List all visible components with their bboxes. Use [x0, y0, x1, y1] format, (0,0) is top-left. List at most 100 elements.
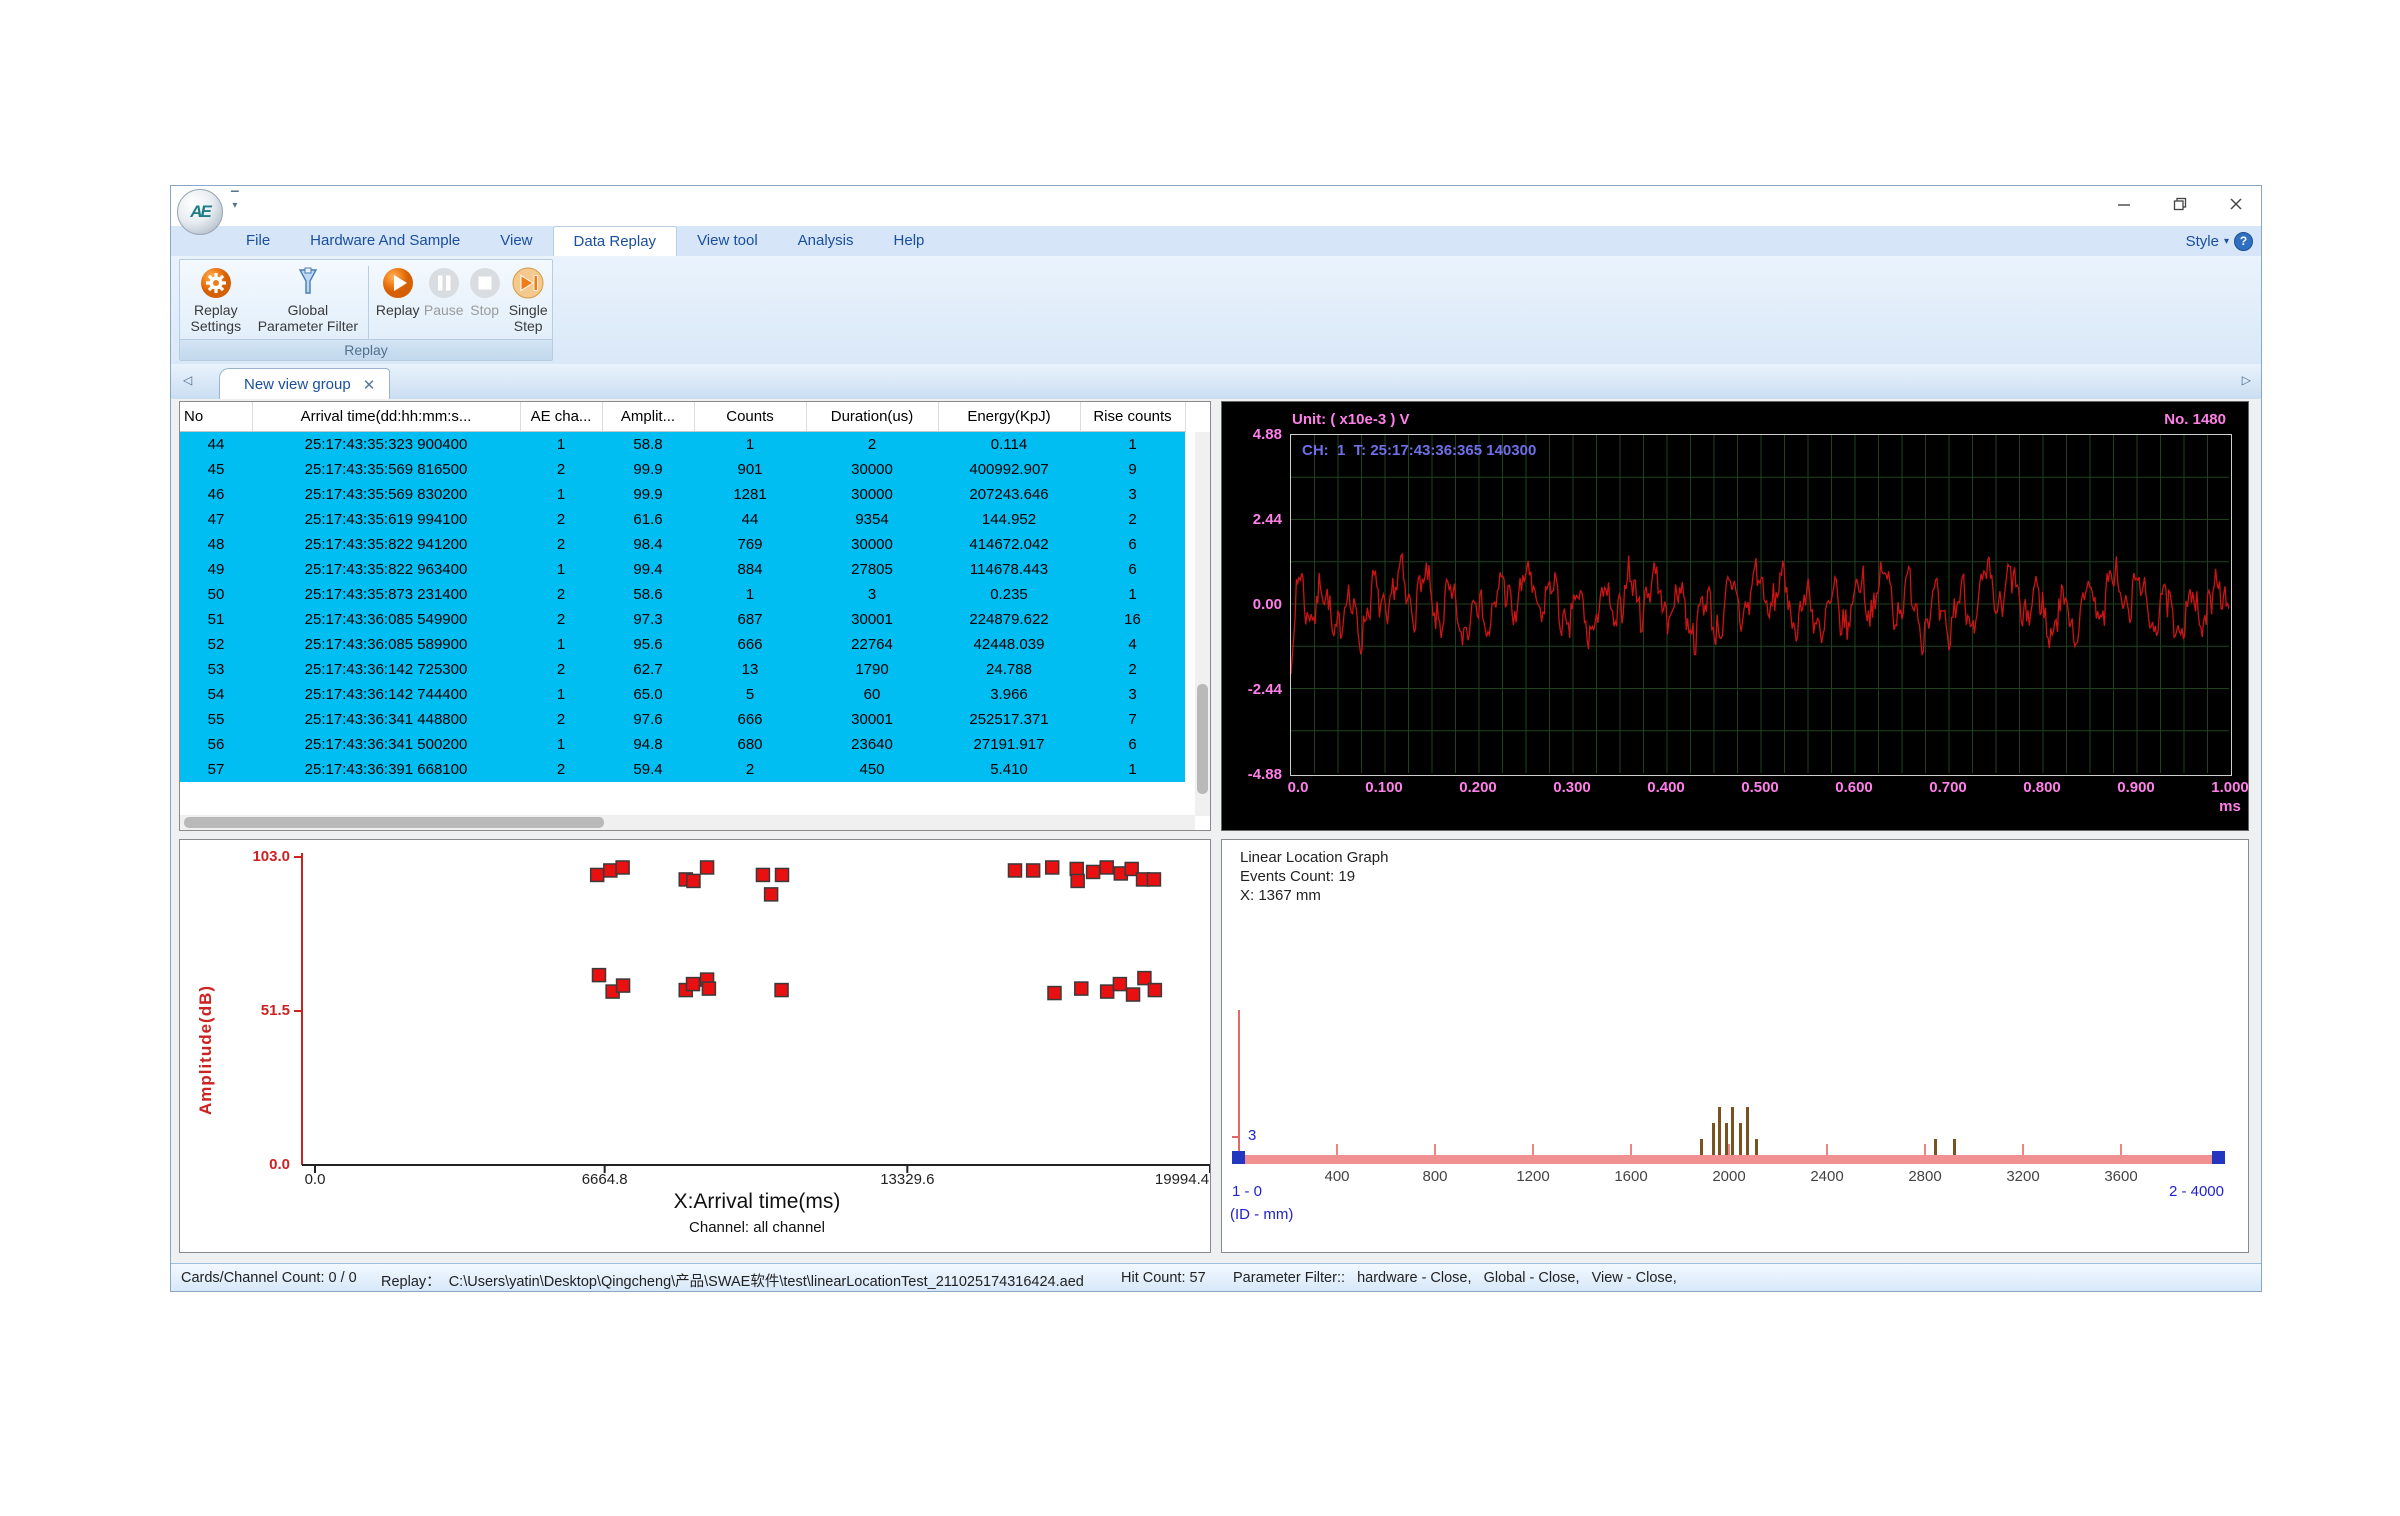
table-row[interactable]: 5725:17:43:36:391 668100259.424505.4101 [180, 757, 1185, 782]
table-row[interactable]: 4725:17:43:35:619 994100261.6449354144.9… [180, 507, 1185, 532]
ribbon-button-label: Replay [376, 302, 420, 318]
scatter-point [1147, 873, 1160, 886]
table-cell: 3 [806, 582, 938, 607]
table-cell: 400992.907 [938, 457, 1080, 482]
table-cell: 55 [180, 707, 252, 732]
location-axis-tick [2022, 1144, 2024, 1155]
location-sensor-2-marker[interactable] [2212, 1151, 2225, 1164]
app-logo-icon[interactable]: AE [177, 189, 223, 235]
table-cell: 2 [806, 432, 938, 458]
column-header[interactable]: Rise counts [1080, 402, 1185, 432]
status-cards-count: Cards/Channel Count: 0 / 0 [181, 1270, 357, 1286]
table-cell: 2 [694, 757, 806, 782]
column-header[interactable]: Counts [694, 402, 806, 432]
table-cell: 54 [180, 682, 252, 707]
table-cell: 6 [1080, 557, 1185, 582]
scatter-y-tick-label: 103.0 [228, 848, 290, 865]
single-step-button[interactable]: SingleStep [504, 264, 552, 334]
table-cell: 666 [694, 707, 806, 732]
waveform-panel[interactable]: Unit: ( x10e-3 ) V No. 1480 CH: 1 T: 25:… [1221, 401, 2249, 831]
minimize-button[interactable] [2109, 192, 2139, 216]
location-tick-label: 400 [1324, 1168, 1349, 1185]
table-horizontal-scrollbar-thumb[interactable] [184, 817, 604, 828]
table-row[interactable]: 5025:17:43:35:873 231400258.6130.2351 [180, 582, 1185, 607]
table-vertical-scrollbar[interactable] [1195, 432, 1210, 816]
column-header[interactable]: No [180, 402, 252, 432]
column-header[interactable]: Energy(KpJ) [938, 402, 1080, 432]
waveform-plot-frame [1290, 434, 2232, 776]
tab-new-view-group[interactable]: New view group ✕ [219, 368, 390, 400]
replay-settings-button[interactable]: ReplaySettings [180, 264, 252, 334]
ribbon-tab-view[interactable]: View [480, 226, 552, 256]
amplitude-scatter-panel[interactable]: Amplitude(dB) 103.051.50.0 0.06664.81332… [179, 839, 1211, 1253]
location-sensor-1-marker[interactable] [1232, 1151, 1245, 1164]
column-header[interactable]: AE cha... [520, 402, 602, 432]
waveform-x-tick-label: 0.100 [1365, 779, 1403, 796]
statusbar: Cards/Channel Count: 0 / 0 Replay： C:\Us… [171, 1263, 2261, 1292]
table-cell: 27805 [806, 557, 938, 582]
global-parameter-filter-button[interactable]: GlobalParameter Filter [252, 264, 365, 334]
ribbon-separator [368, 266, 369, 346]
table-row[interactable]: 5225:17:43:36:085 589900195.666622764424… [180, 632, 1185, 657]
tab-scroll-right-icon[interactable]: ▷ [2242, 373, 2251, 387]
table-cell: 30001 [806, 607, 938, 632]
replay-button[interactable]: Replay [373, 264, 422, 318]
help-icon[interactable]: ? [2234, 232, 2253, 251]
waveform-x-tick-label: 0.700 [1929, 779, 1967, 796]
ribbon-tab-file[interactable]: File [226, 226, 290, 256]
table-cell: 144.952 [938, 507, 1080, 532]
table-cell: 25:17:43:36:341 448800 [252, 707, 520, 732]
table-row[interactable]: 4425:17:43:35:323 900400158.8120.1141 [180, 432, 1185, 458]
table-row[interactable]: 5625:17:43:36:341 500200194.868023640271… [180, 732, 1185, 757]
restore-button[interactable] [2165, 192, 2195, 216]
location-id-mm-label: (ID - mm) [1230, 1206, 1293, 1223]
waveform-x-tick-label: 0.200 [1459, 779, 1497, 796]
column-header[interactable]: Amplit... [602, 402, 694, 432]
table-cell: 2 [520, 582, 602, 607]
stop-button[interactable]: Stop [465, 264, 504, 318]
table-cell: 4 [1080, 632, 1185, 657]
table-row[interactable]: 5325:17:43:36:142 725300262.713179024.78… [180, 657, 1185, 682]
view-tab-label: New view group [244, 376, 351, 393]
table-row[interactable]: 5125:17:43:36:085 549900297.368730001224… [180, 607, 1185, 632]
waveform-channel-label: CH: 1 T: 25:17:43:36:365 140300 [1302, 442, 1536, 459]
titlebar: AE ▔▾ [171, 186, 2261, 226]
table-cell: 58.8 [602, 432, 694, 458]
column-header[interactable]: Duration(us) [806, 402, 938, 432]
ribbon-tab-hardware-and-sample[interactable]: Hardware And Sample [290, 226, 480, 256]
scatter-x-axis-title: X:Arrival time(ms) [302, 1190, 1211, 1214]
ribbon-tab-analysis[interactable]: Analysis [778, 226, 874, 256]
close-button[interactable] [2221, 192, 2251, 216]
location-event-spike [1953, 1139, 1956, 1155]
table-row[interactable]: 4525:17:43:35:569 816500299.990130000400… [180, 457, 1185, 482]
style-button[interactable]: Style [2186, 233, 2219, 250]
location-events-count: Events Count: 19 [1240, 867, 1388, 886]
table-vertical-scrollbar-thumb[interactable] [1197, 684, 1208, 794]
app-window: AE ▔▾ FileHardware And SampleViewData Re… [170, 185, 2262, 1292]
table-cell: 25:17:43:36:142 744400 [252, 682, 520, 707]
ribbon-tab-data-replay[interactable]: Data Replay [553, 226, 678, 257]
ribbon-tab-view-tool[interactable]: View tool [677, 226, 778, 256]
tab-scroll-left-icon[interactable]: ◁ [183, 373, 192, 387]
table-cell: 61.6 [602, 507, 694, 532]
replay-ribbon-group: ReplaySettingsGlobalParameter Filter Repl… [179, 259, 553, 361]
column-header[interactable]: Arrival time(dd:hh:mm:s... [252, 402, 520, 432]
table-row[interactable]: 4925:17:43:35:822 963400199.488427805114… [180, 557, 1185, 582]
style-caret-icon[interactable]: ▾ [2224, 236, 2229, 247]
waveform-unit-label: Unit: ( x10e-3 ) V [1292, 411, 1410, 428]
pause-button[interactable]: Pause [422, 264, 465, 318]
location-event-spike [1739, 1123, 1742, 1155]
table-row[interactable]: 4825:17:43:35:822 941200298.476930000414… [180, 532, 1185, 557]
quick-access-caret-icon[interactable]: ▔▾ [231, 194, 239, 210]
table-row[interactable]: 5525:17:43:36:341 448800297.666630001252… [180, 707, 1185, 732]
table-horizontal-scrollbar[interactable] [180, 815, 1195, 830]
table-row[interactable]: 5425:17:43:36:142 744400165.05603.9663 [180, 682, 1185, 707]
table-cell: 5.410 [938, 757, 1080, 782]
table-cell: 901 [694, 457, 806, 482]
linear-location-panel[interactable]: Linear Location Graph Events Count: 19 X… [1221, 839, 2249, 1253]
ribbon-tab-help[interactable]: Help [874, 226, 945, 256]
scatter-point [687, 874, 700, 887]
table-row[interactable]: 4625:17:43:35:569 830200199.912813000020… [180, 482, 1185, 507]
location-event-spike [1934, 1139, 1937, 1155]
tab-close-icon[interactable]: ✕ [363, 376, 376, 394]
